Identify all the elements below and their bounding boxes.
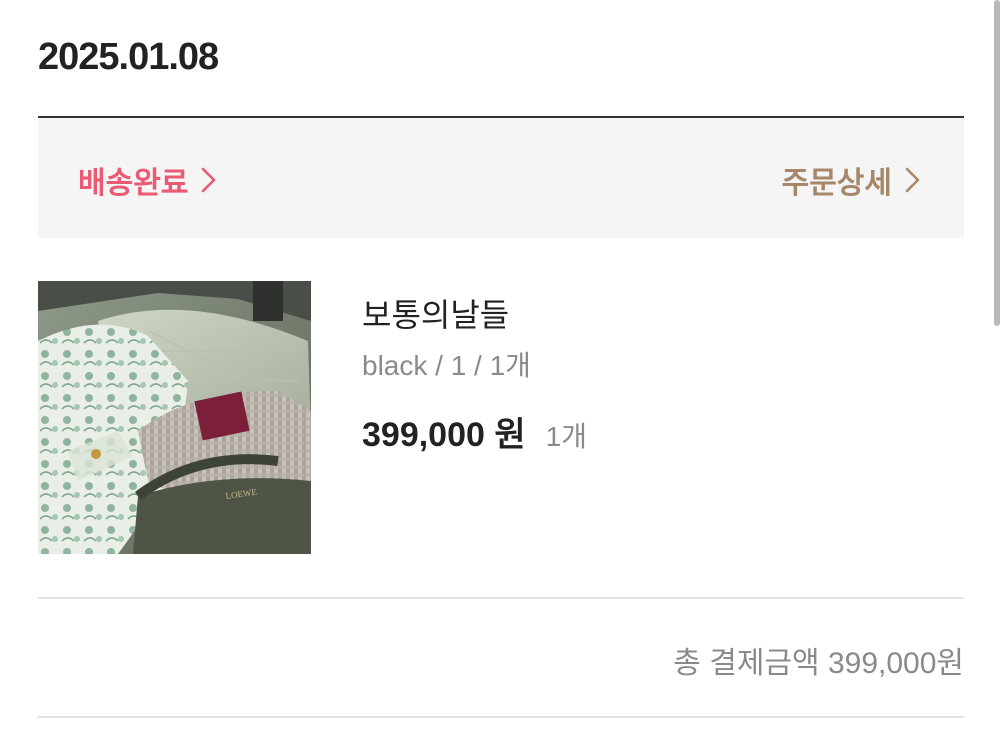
product-option: black / 1 / 1개 — [362, 350, 531, 381]
summary-divider — [38, 716, 964, 718]
order-history-page: 2025.01.08 배송완료 주문상세 LOEWE 보통의날들 black /… — [0, 0, 1002, 750]
product-name[interactable]: 보통의날들 — [362, 295, 587, 335]
order-date: 2025.01.08 — [38, 36, 219, 78]
total-payment-amount: 총 결제금액 399,000원 — [673, 647, 964, 680]
product-divider — [38, 597, 964, 599]
product-photo: LOEWE — [38, 281, 311, 554]
product-info: 보통의날들 black / 1 / 1개 399,000 원 1개 — [362, 295, 587, 456]
order-detail-button[interactable]: 주문상세 — [782, 158, 924, 202]
chevron-right-icon — [202, 167, 216, 193]
product-thumbnail[interactable]: LOEWE — [38, 281, 311, 554]
delivery-status-label: 배송완료 — [78, 167, 189, 200]
vertical-scrollbar[interactable] — [994, 0, 1000, 326]
delivery-status-button[interactable]: 배송완료 — [78, 158, 220, 202]
product-price: 399,000 원 — [362, 416, 526, 454]
order-detail-label: 주문상세 — [781, 167, 892, 200]
order-status-bar: 배송완료 주문상세 — [38, 118, 964, 238]
product-quantity: 1개 — [545, 421, 587, 452]
chevron-right-icon — [905, 167, 920, 193]
order-product-item: LOEWE 보통의날들 black / 1 / 1개 399,000 원 1개 — [38, 281, 964, 555]
price-row: 399,000 원 1개 — [362, 407, 587, 456]
